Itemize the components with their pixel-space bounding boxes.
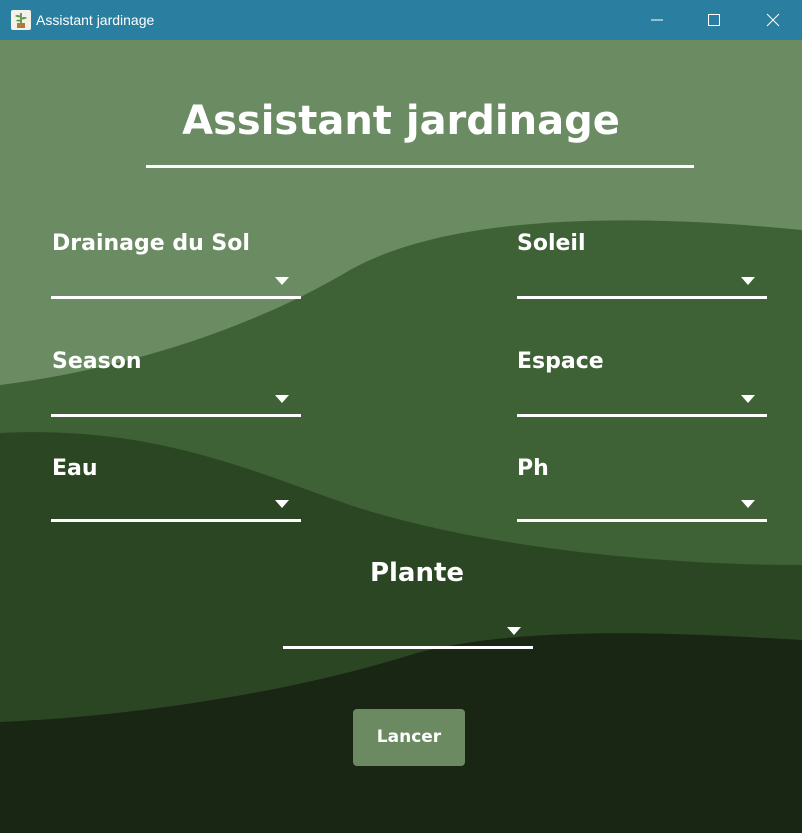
plant-app-icon: [11, 10, 31, 30]
soleil-combobox[interactable]: [517, 259, 767, 299]
maximize-button[interactable]: [685, 0, 743, 40]
maximize-icon: [708, 14, 720, 26]
espace-combobox[interactable]: [517, 377, 767, 417]
chevron-down-icon: [275, 500, 289, 508]
page-heading: Assistant jardinage: [182, 98, 620, 144]
drainage-label: Drainage du Sol: [52, 231, 250, 256]
season-combobox[interactable]: [51, 377, 301, 417]
form-panel: Assistant jardinage Drainage du Sol Sole…: [0, 40, 802, 833]
close-icon: [766, 13, 780, 27]
window-title: Assistant jardinage: [36, 12, 155, 28]
combobox-underline: [51, 296, 301, 299]
chevron-down-icon: [275, 395, 289, 403]
combobox-underline: [517, 414, 767, 417]
season-label: Season: [52, 349, 142, 374]
close-button[interactable]: [744, 0, 802, 40]
minimize-button[interactable]: [628, 0, 686, 40]
plante-label: Plante: [369, 558, 465, 588]
ph-combobox[interactable]: [517, 482, 767, 522]
launch-button[interactable]: Lancer: [353, 709, 465, 766]
chevron-down-icon: [507, 627, 521, 635]
minimize-icon: [651, 19, 663, 21]
combobox-underline: [517, 296, 767, 299]
combobox-underline: [283, 646, 533, 649]
drainage-combobox[interactable]: [51, 259, 301, 299]
chevron-down-icon: [741, 277, 755, 285]
combobox-underline: [51, 414, 301, 417]
eau-label: Eau: [52, 456, 98, 481]
eau-combobox[interactable]: [51, 482, 301, 522]
heading-underline: [146, 165, 694, 168]
plante-combobox[interactable]: [283, 609, 533, 649]
espace-label: Espace: [517, 349, 604, 374]
ph-label: Ph: [517, 456, 549, 481]
chevron-down-icon: [741, 395, 755, 403]
soleil-label: Soleil: [517, 231, 586, 256]
title-bar[interactable]: Assistant jardinage: [0, 0, 802, 40]
combobox-underline: [51, 519, 301, 522]
chevron-down-icon: [741, 500, 755, 508]
combobox-underline: [517, 519, 767, 522]
app-window: Assistant jardinage Assistant jardinage: [0, 0, 802, 833]
chevron-down-icon: [275, 277, 289, 285]
